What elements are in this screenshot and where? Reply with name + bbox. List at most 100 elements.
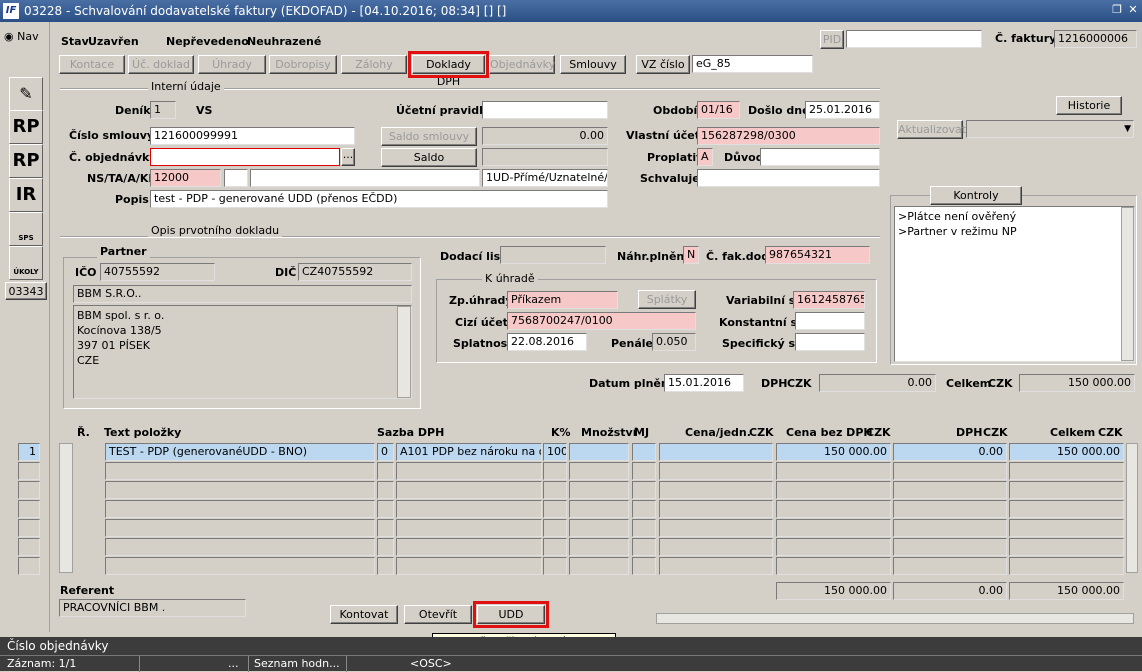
cell-cena[interactable] xyxy=(659,557,773,575)
cell-k[interactable] xyxy=(543,557,567,575)
cell-sazba-text[interactable] xyxy=(396,481,542,499)
a-field[interactable] xyxy=(250,169,480,187)
cell-k[interactable] xyxy=(543,538,567,556)
vlastni-ucet-field[interactable]: 156287298/0300 xyxy=(697,127,880,145)
cell-celkem[interactable] xyxy=(1009,481,1124,499)
cell-mj[interactable] xyxy=(632,500,656,518)
cell-sazba[interactable] xyxy=(377,462,394,480)
cell-dph[interactable] xyxy=(893,462,1007,480)
cell-cena[interactable] xyxy=(659,500,773,518)
cell-cena[interactable] xyxy=(659,538,773,556)
cell-celkem[interactable]: 150 000.00 xyxy=(1009,443,1124,461)
cell-celkem[interactable] xyxy=(1009,462,1124,480)
cell-mj[interactable] xyxy=(632,443,656,461)
table-row-handle[interactable] xyxy=(59,443,73,573)
cell-sazba-text[interactable] xyxy=(396,519,542,537)
code-button[interactable]: 03343 xyxy=(5,282,47,300)
ns-field[interactable]: 12000 xyxy=(150,169,221,187)
cizi-ucet-field[interactable]: 7568700247/0100 xyxy=(507,312,696,330)
ss-field[interactable] xyxy=(795,333,865,351)
address-scrollbar[interactable] xyxy=(397,306,411,398)
cell-mj[interactable] xyxy=(632,519,656,537)
cell-k[interactable]: 100 xyxy=(543,443,567,461)
kontace-button[interactable]: Kontace xyxy=(59,55,125,74)
nav-radio[interactable]: ◉ Nav xyxy=(4,30,39,43)
vz-cislo-field[interactable]: eG_85 xyxy=(692,55,813,73)
cell-r[interactable] xyxy=(18,538,40,556)
cell-mj[interactable] xyxy=(632,538,656,556)
ucetni-pravidlo-field[interactable] xyxy=(482,101,608,119)
cell-text[interactable] xyxy=(105,500,375,518)
udd-button[interactable]: UDD xyxy=(473,601,549,628)
cell-k[interactable] xyxy=(543,500,567,518)
cell-r[interactable] xyxy=(18,519,40,537)
datum-plneni-field[interactable]: 15.01.2016 xyxy=(664,374,744,392)
uc-doklad-button[interactable]: Úč. doklad xyxy=(128,55,194,74)
ta-field[interactable] xyxy=(224,169,248,187)
table-scrollbar[interactable] xyxy=(1126,443,1138,573)
cell-r[interactable]: 1 xyxy=(18,443,40,461)
doklady-dph-button[interactable]: Doklady DPH xyxy=(408,51,489,88)
splatky-button[interactable]: Splátky xyxy=(638,290,696,309)
cell-r[interactable] xyxy=(18,462,40,480)
cell-text[interactable] xyxy=(105,481,375,499)
cell-mnozstvi[interactable] xyxy=(569,557,629,575)
cell-k[interactable] xyxy=(543,519,567,537)
ukoly-icon[interactable]: ÚKOLY xyxy=(9,246,43,280)
cell-sazba[interactable] xyxy=(377,557,394,575)
cell-mnozstvi[interactable] xyxy=(569,481,629,499)
cell-mj[interactable] xyxy=(632,481,656,499)
cell-mnozstvi[interactable] xyxy=(569,462,629,480)
denik-field[interactable]: 1 xyxy=(150,101,176,119)
close-icon[interactable]: ✕ xyxy=(1126,3,1140,17)
smlouva-field[interactable]: 121600099991 xyxy=(150,127,355,145)
cell-text[interactable] xyxy=(105,462,375,480)
cell-sazba-text[interactable] xyxy=(396,557,542,575)
rp-eu-icon[interactable]: RP xyxy=(9,144,43,178)
cell-text[interactable] xyxy=(105,519,375,537)
aktualizovat-select[interactable]: ▼ xyxy=(966,120,1134,138)
ir-cz-icon[interactable]: IR xyxy=(9,178,43,212)
cell-cena[interactable] xyxy=(659,443,773,461)
cell-sazba[interactable] xyxy=(377,519,394,537)
cell-r[interactable] xyxy=(18,557,40,575)
cell-dph[interactable] xyxy=(893,538,1007,556)
aktualizovat-button[interactable]: Aktualizovat xyxy=(897,120,966,139)
rp-cz-icon[interactable]: RP xyxy=(9,110,43,144)
cell-celkem[interactable] xyxy=(1009,500,1124,518)
cfak-field[interactable]: 987654321 xyxy=(765,246,870,264)
cell-celkem[interactable] xyxy=(1009,538,1124,556)
zp-uhrady-field[interactable]: Příkazem xyxy=(507,291,618,309)
cell-sazba[interactable] xyxy=(377,481,394,499)
vz-cislo-button[interactable]: VZ číslo xyxy=(636,55,690,74)
cell-sazba-text[interactable]: A101 PDP bez nároku na odp xyxy=(396,443,542,461)
cell-k[interactable] xyxy=(543,481,567,499)
cell-sazba-text[interactable] xyxy=(396,538,542,556)
otevrit-button[interactable]: Otevřít xyxy=(404,605,472,624)
cell-bez-dph[interactable] xyxy=(776,481,891,499)
cell-cena[interactable] xyxy=(659,519,773,537)
cell-mj[interactable] xyxy=(632,462,656,480)
cell-text[interactable] xyxy=(105,557,375,575)
schvaluje-field[interactable] xyxy=(697,169,880,187)
pid-field[interactable] xyxy=(846,30,982,48)
cell-mnozstvi[interactable] xyxy=(569,443,629,461)
cell-dph[interactable] xyxy=(893,500,1007,518)
objednavka-field[interactable] xyxy=(150,148,340,166)
nahr-field[interactable]: N xyxy=(683,246,699,264)
cell-celkem[interactable] xyxy=(1009,557,1124,575)
cell-sazba[interactable] xyxy=(377,538,394,556)
dobropisy-button[interactable]: Dobropisy xyxy=(269,55,337,74)
historie-button[interactable]: Historie xyxy=(1056,96,1122,115)
saldo-objednavky-button[interactable]: Saldo objednávky xyxy=(381,148,477,181)
doslo-field[interactable]: 25.01.2016 xyxy=(805,101,880,119)
cell-sazba-text[interactable] xyxy=(396,500,542,518)
cell-bez-dph[interactable] xyxy=(776,500,891,518)
cell-mnozstvi[interactable] xyxy=(569,519,629,537)
cell-cena[interactable] xyxy=(659,462,773,480)
kontroly-scrollbar[interactable] xyxy=(1121,207,1134,361)
cell-bez-dph[interactable]: 150 000.00 xyxy=(776,443,891,461)
cell-text[interactable]: TEST - PDP (generovanéUDD - BNO) xyxy=(105,443,375,461)
cell-sazba-text[interactable] xyxy=(396,462,542,480)
cell-bez-dph[interactable] xyxy=(776,519,891,537)
